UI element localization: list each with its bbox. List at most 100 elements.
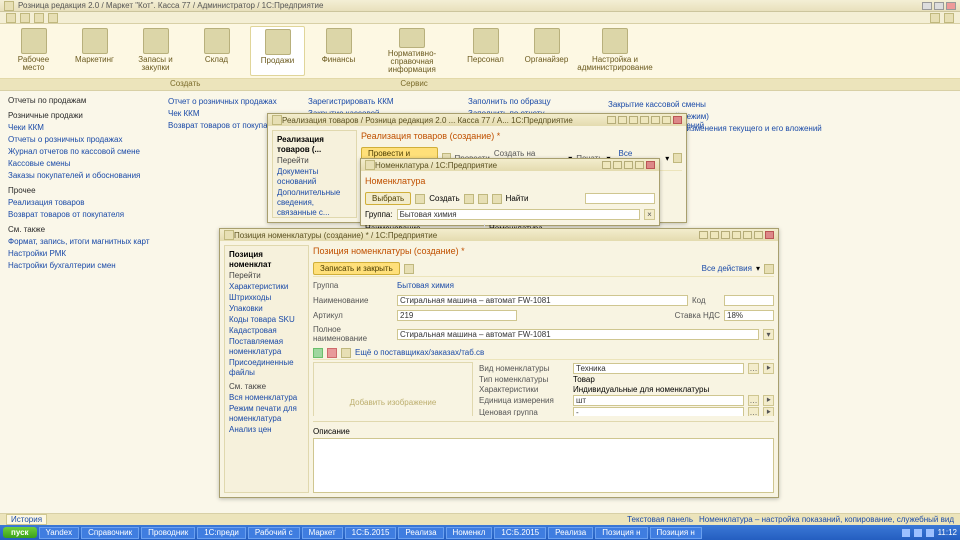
side-link[interactable]: Режим печати для номенклатура: [229, 404, 304, 424]
all-actions[interactable]: Все действия: [702, 264, 752, 273]
maximize-button[interactable]: [934, 2, 944, 10]
minimize-button[interactable]: [743, 231, 752, 239]
taskbar-item[interactable]: Yandex: [39, 527, 80, 539]
clear-button[interactable]: ×: [644, 209, 655, 220]
qa-icon[interactable]: [6, 13, 16, 23]
side-link[interactable]: Перейти: [277, 156, 352, 166]
value-group[interactable]: Бытовая химия: [397, 281, 454, 290]
toolbar-icon[interactable]: [624, 161, 633, 169]
image-placeholder[interactable]: Добавить изображение: [313, 362, 473, 416]
side-link[interactable]: Присоединенные файлы: [229, 358, 304, 378]
input-vid[interactable]: Техника: [573, 363, 744, 374]
nav-link[interactable]: Возврат товаров от покупателя: [8, 209, 152, 220]
taskbar-item[interactable]: 1С:Б.2015: [494, 527, 546, 539]
ribbon-tab[interactable]: Финансы: [311, 26, 366, 76]
status-link[interactable]: Номенклатура – настройка показаний, копи…: [699, 515, 954, 524]
tray-icon[interactable]: [914, 529, 922, 537]
side-link[interactable]: Характеристики: [229, 282, 304, 292]
toolbar-icon[interactable]: [613, 161, 622, 169]
window-header[interactable]: Номенклатура / 1С:Предприятие: [361, 159, 659, 171]
taskbar-item[interactable]: Проводник: [141, 527, 195, 539]
nav-link[interactable]: Отчет о розничных продажах: [168, 96, 292, 107]
dropdown-button[interactable]: ▾: [763, 329, 774, 340]
group-filter[interactable]: Бытовая химия: [397, 209, 640, 220]
refresh-icon[interactable]: [341, 348, 351, 358]
toolbar-icon[interactable]: [618, 116, 627, 124]
help-icon[interactable]: [764, 264, 774, 274]
tray-icon[interactable]: [902, 529, 910, 537]
nav-link[interactable]: Отчеты о розничных продажах: [8, 134, 152, 145]
open-button[interactable]: ⯈: [763, 407, 774, 416]
toolbar-icon[interactable]: [602, 161, 611, 169]
qa-icon[interactable]: [34, 13, 44, 23]
copy-icon[interactable]: [464, 194, 474, 204]
ribbon-tab[interactable]: Персонал: [458, 26, 513, 76]
side-link[interactable]: Штрихкоды: [229, 293, 304, 303]
edit-icon[interactable]: [478, 194, 488, 204]
nav-link[interactable]: Кассовые смены: [8, 158, 152, 169]
close-button[interactable]: [946, 2, 956, 10]
qa-icon[interactable]: [930, 13, 940, 23]
find-button[interactable]: Найти: [506, 194, 529, 203]
add-icon[interactable]: [313, 348, 323, 358]
input-description[interactable]: [313, 438, 774, 494]
side-link[interactable]: Дополнительные сведения, связанные с...: [277, 188, 352, 218]
taskbar-item[interactable]: Маркет: [302, 527, 343, 539]
side-link[interactable]: Кадастровая: [229, 326, 304, 336]
side-link[interactable]: Упаковки: [229, 304, 304, 314]
nav-link[interactable]: Настройки РМК: [8, 248, 152, 259]
taskbar-item[interactable]: Рабочий с: [248, 527, 300, 539]
open-button[interactable]: ⯈: [763, 395, 774, 406]
toolbar-icon[interactable]: [607, 116, 616, 124]
tray-icon[interactable]: [926, 529, 934, 537]
ribbon-tab-sales[interactable]: Продажи: [250, 26, 305, 76]
maximize-button[interactable]: [662, 116, 671, 124]
toolbar-icon[interactable]: [732, 231, 741, 239]
save-icon[interactable]: [404, 264, 414, 274]
ribbon-tab[interactable]: Запасы и закупки: [128, 26, 183, 76]
close-button[interactable]: [765, 231, 774, 239]
toolbar-icon[interactable]: [710, 231, 719, 239]
input-pricegroup[interactable]: -: [573, 407, 744, 416]
ribbon-tab[interactable]: Маркетинг: [67, 26, 122, 76]
history-link[interactable]: История: [6, 514, 47, 525]
minimize-button[interactable]: [635, 161, 644, 169]
taskbar-item[interactable]: Позиция н: [650, 527, 702, 539]
window-header[interactable]: Позиция номенклатуры (создание) * / 1С:П…: [220, 229, 778, 241]
side-link[interactable]: Анализ цен: [229, 425, 304, 435]
input-article[interactable]: 219: [397, 310, 517, 321]
toolbar-icon[interactable]: [640, 116, 649, 124]
lookup-button[interactable]: …: [748, 395, 759, 406]
side-link[interactable]: Документы оснований: [277, 167, 352, 187]
lookup-button[interactable]: …: [748, 363, 759, 374]
ribbon-tab[interactable]: Рабочее место: [6, 26, 61, 76]
close-button[interactable]: [646, 161, 655, 169]
input-code[interactable]: [724, 295, 774, 306]
close-button[interactable]: [673, 116, 682, 124]
taskbar-item[interactable]: Реализа: [398, 527, 443, 539]
side-link[interactable]: Вся номенклатура: [229, 393, 304, 403]
minimize-button[interactable]: [651, 116, 660, 124]
start-button[interactable]: пуск: [3, 527, 37, 538]
taskbar-item[interactable]: Реализа: [548, 527, 593, 539]
taskbar-item[interactable]: Номенкл: [446, 527, 493, 539]
minimize-button[interactable]: [922, 2, 932, 10]
ribbon-tab[interactable]: Нормативно-справочная информация: [372, 26, 452, 76]
ribbon-tab[interactable]: Органайзер: [519, 26, 574, 76]
create-icon[interactable]: [415, 194, 425, 204]
input-name[interactable]: Стиральная машина – автомат FW-1081: [397, 295, 688, 306]
remove-icon[interactable]: [327, 348, 337, 358]
nav-link[interactable]: Журнал отчетов по кассовой смене: [8, 146, 152, 157]
side-link[interactable]: Коды товара SKU: [229, 315, 304, 325]
taskbar-item[interactable]: Позиция н: [595, 527, 647, 539]
nav-link[interactable]: Заказы покупателей и обоснования: [8, 170, 152, 181]
qa-icon[interactable]: [944, 13, 954, 23]
search-input[interactable]: [585, 193, 655, 204]
taskbar-item[interactable]: Справочник: [81, 527, 139, 539]
maximize-button[interactable]: [754, 231, 763, 239]
save-close-button[interactable]: Записать и закрыть: [313, 262, 400, 275]
toolbar-icon[interactable]: [629, 116, 638, 124]
nav-link[interactable]: Реализация товаров: [8, 197, 152, 208]
toolbar-icon[interactable]: [699, 231, 708, 239]
toolbar-icon[interactable]: [721, 231, 730, 239]
